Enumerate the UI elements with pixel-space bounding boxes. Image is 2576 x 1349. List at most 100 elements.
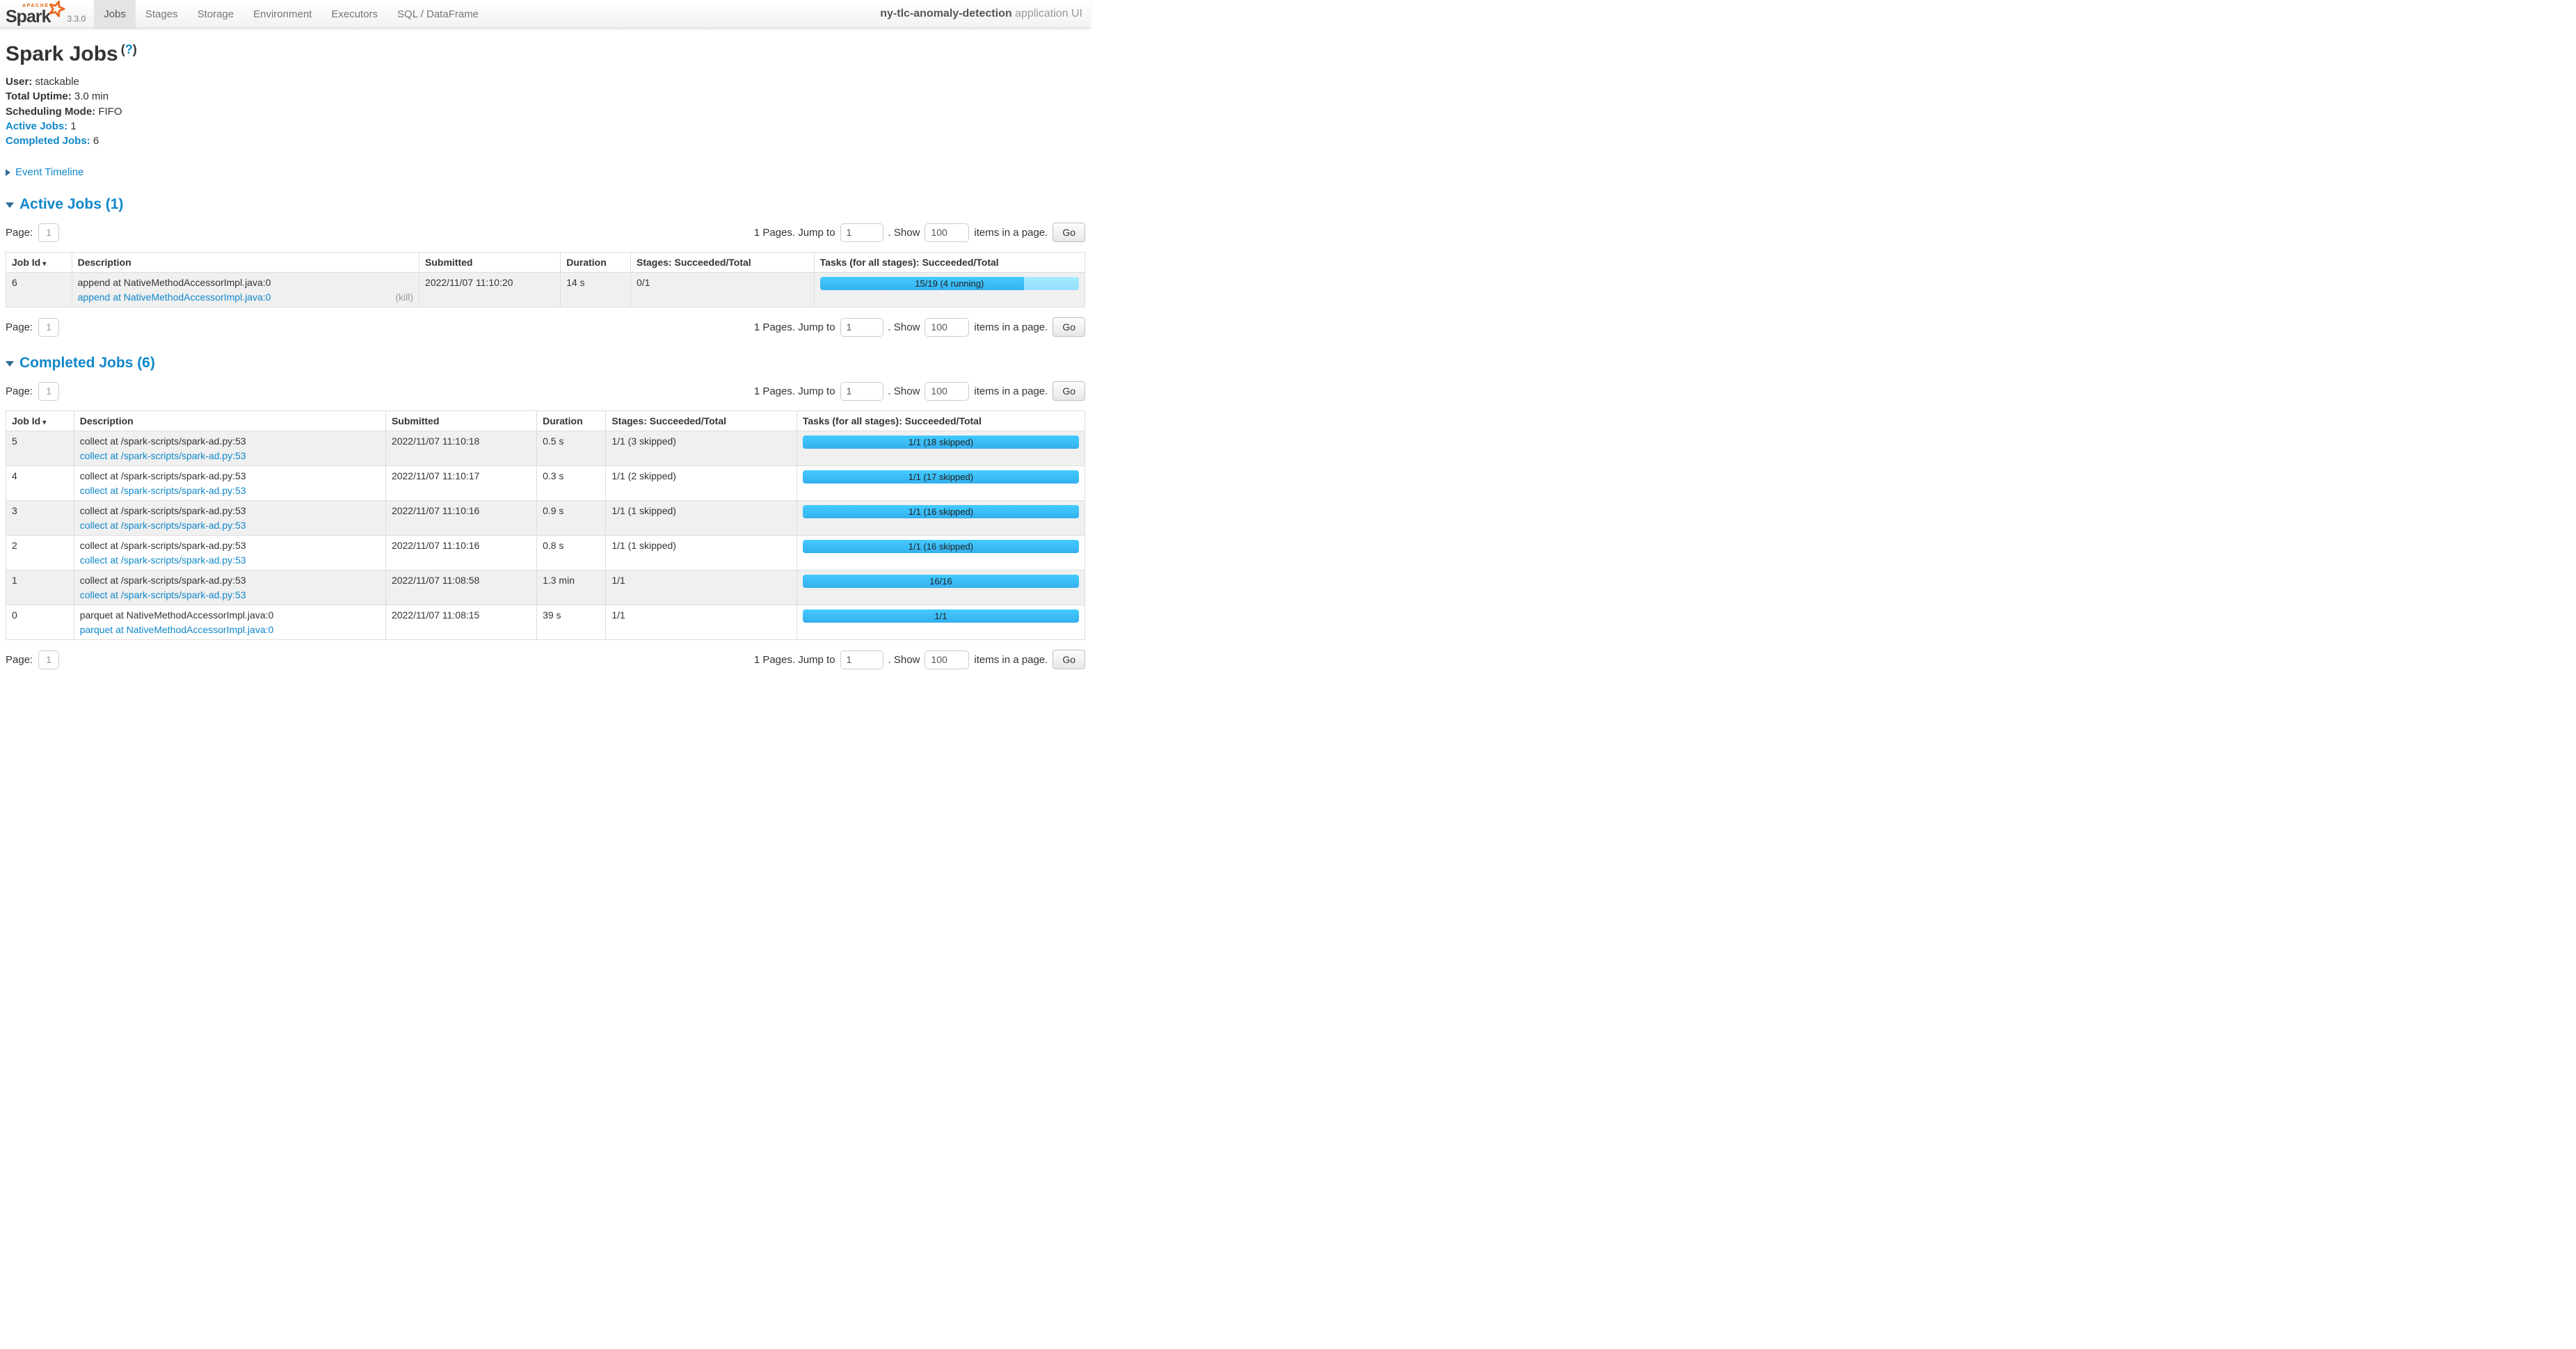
- job-description: collect at /spark-scripts/spark-ad.py:53: [80, 540, 380, 551]
- tab-sql-dataframe[interactable]: SQL / DataFrame: [387, 0, 488, 28]
- job-id-cell: 6: [6, 273, 72, 308]
- jump-to-page-input[interactable]: [840, 223, 883, 242]
- go-button[interactable]: Go: [1053, 650, 1085, 669]
- items-per-page-input[interactable]: [925, 223, 969, 242]
- column-submitted[interactable]: Submitted: [419, 253, 561, 273]
- completed-jobs-heading-text: Completed Jobs (6): [19, 355, 155, 372]
- items-text: items in a page.: [974, 321, 1048, 333]
- help-question-icon[interactable]: ?: [125, 42, 133, 56]
- tasks-progress-bar: 1/1 (16 skipped): [803, 505, 1079, 518]
- table-header-row: Job Id▾ Description Submitted Duration S…: [6, 253, 1085, 273]
- items-per-page-input[interactable]: [925, 318, 969, 337]
- table-row: 1 collect at /spark-scripts/spark-ad.py:…: [6, 570, 1085, 605]
- pages-count-text: 1 Pages. Jump to: [754, 385, 835, 397]
- jump-to-page-input[interactable]: [840, 318, 883, 337]
- kill-link[interactable]: (kill): [395, 292, 413, 303]
- description-cell: collect at /spark-scripts/spark-ad.py:53…: [74, 501, 385, 536]
- job-detail-link[interactable]: collect at /spark-scripts/spark-ad.py:53: [80, 485, 246, 496]
- help-link[interactable]: (?): [121, 42, 137, 56]
- column-job-id[interactable]: Job Id▾: [6, 253, 72, 273]
- table-row: 3 collect at /spark-scripts/spark-ad.py:…: [6, 501, 1085, 536]
- tab-storage[interactable]: Storage: [188, 0, 244, 28]
- column-job-id[interactable]: Job Id▾: [6, 411, 74, 431]
- tab-stages[interactable]: Stages: [136, 0, 188, 28]
- job-detail-link[interactable]: collect at /spark-scripts/spark-ad.py:53: [80, 589, 246, 600]
- duration-cell: 39 s: [537, 605, 606, 640]
- column-tasks[interactable]: Tasks (for all stages): Succeeded/Total: [797, 411, 1085, 431]
- jump-to-page-input[interactable]: [840, 650, 883, 669]
- job-id-cell: 4: [6, 466, 74, 501]
- application-name-suffix: application UI: [1012, 8, 1082, 19]
- page-number-input[interactable]: [38, 650, 59, 669]
- page-number-input[interactable]: [38, 382, 59, 401]
- help-paren-close: ): [133, 42, 137, 56]
- stages-cell: 1/1: [606, 605, 797, 640]
- summary-completed-jobs-link[interactable]: Completed Jobs:: [6, 135, 90, 147]
- summary-active-jobs-value: 1: [70, 120, 76, 132]
- jump-to-page-input[interactable]: [840, 382, 883, 401]
- completed-jobs-heading[interactable]: Completed Jobs (6): [6, 355, 155, 372]
- tab-executors[interactable]: Executors: [321, 0, 387, 28]
- column-duration[interactable]: Duration: [537, 411, 606, 431]
- page-controls: 1 Pages. Jump to . Show items in a page.…: [754, 223, 1085, 242]
- column-submitted[interactable]: Submitted: [385, 411, 536, 431]
- job-description: parquet at NativeMethodAccessorImpl.java…: [80, 609, 380, 621]
- show-text: . Show: [888, 385, 920, 397]
- spark-logo-stack: APACHESpark: [6, 2, 63, 26]
- items-per-page-input[interactable]: [925, 382, 969, 401]
- job-detail-link[interactable]: collect at /spark-scripts/spark-ad.py:53: [80, 450, 246, 461]
- table-row: 6 append at NativeMethodAccessorImpl.jav…: [6, 273, 1085, 308]
- page-label: Page:: [6, 654, 33, 666]
- event-timeline-toggle[interactable]: Event Timeline: [6, 166, 83, 178]
- table-header-row: Job Id▾ Description Submitted Duration S…: [6, 411, 1085, 431]
- page-label: Page:: [6, 227, 33, 239]
- job-description: collect at /spark-scripts/spark-ad.py:53: [80, 505, 380, 516]
- summary-completed-jobs-value: 6: [93, 135, 99, 147]
- tasks-progress-bar: 1/1 (18 skipped): [803, 436, 1079, 449]
- duration-cell: 0.3 s: [537, 466, 606, 501]
- go-button[interactable]: Go: [1053, 381, 1085, 401]
- column-description[interactable]: Description: [74, 411, 385, 431]
- go-button[interactable]: Go: [1053, 317, 1085, 337]
- job-description: collect at /spark-scripts/spark-ad.py:53: [80, 470, 380, 481]
- description-cell: parquet at NativeMethodAccessorImpl.java…: [74, 605, 385, 640]
- page-label: Page:: [6, 385, 33, 397]
- show-text: . Show: [888, 321, 920, 333]
- tasks-progress-bar: 16/16: [803, 575, 1079, 588]
- show-text: . Show: [888, 227, 920, 239]
- spark-wordmark: Spark: [6, 8, 50, 26]
- application-name: ny-tlc-anomaly-detection application UI: [880, 8, 1091, 20]
- job-detail-link[interactable]: append at NativeMethodAccessorImpl.java:…: [78, 292, 271, 303]
- column-tasks[interactable]: Tasks (for all stages): Succeeded/Total: [814, 253, 1085, 273]
- show-text: . Show: [888, 654, 920, 666]
- page-number-input[interactable]: [38, 223, 59, 242]
- progress-label: 1/1 (17 skipped): [803, 470, 1079, 484]
- job-description: collect at /spark-scripts/spark-ad.py:53: [80, 436, 380, 447]
- column-duration[interactable]: Duration: [561, 253, 631, 273]
- page-controls: 1 Pages. Jump to . Show items in a page.…: [754, 381, 1085, 401]
- go-button[interactable]: Go: [1053, 223, 1085, 242]
- job-description: append at NativeMethodAccessorImpl.java:…: [78, 277, 413, 288]
- job-detail-link[interactable]: parquet at NativeMethodAccessorImpl.java…: [80, 624, 274, 635]
- page-indicator: Page:: [6, 318, 59, 337]
- page-number-input[interactable]: [38, 318, 59, 337]
- column-description[interactable]: Description: [72, 253, 419, 273]
- description-cell: collect at /spark-scripts/spark-ad.py:53…: [74, 570, 385, 605]
- tab-environment[interactable]: Environment: [243, 0, 321, 28]
- active-jobs-heading[interactable]: Active Jobs (1): [6, 196, 123, 213]
- items-per-page-input[interactable]: [925, 650, 969, 669]
- summary-scheduling-mode-label: Scheduling Mode:: [6, 106, 95, 118]
- collapse-arrow-open-icon: [6, 361, 14, 367]
- job-detail-link[interactable]: collect at /spark-scripts/spark-ad.py:53: [80, 520, 246, 531]
- summary-active-jobs-link[interactable]: Active Jobs:: [6, 120, 67, 132]
- job-detail-link[interactable]: collect at /spark-scripts/spark-ad.py:53: [80, 554, 246, 566]
- tasks-progress-bar: 15/19 (4 running): [820, 277, 1079, 290]
- spark-logo[interactable]: APACHESpark 3.3.0: [0, 0, 94, 28]
- tab-jobs[interactable]: Jobs: [94, 0, 136, 28]
- column-stages[interactable]: Stages: Succeeded/Total: [606, 411, 797, 431]
- pages-count-text: 1 Pages. Jump to: [754, 227, 835, 239]
- page-title: Spark Jobs(?): [6, 42, 1085, 66]
- tasks-cell: 1/1 (18 skipped): [797, 431, 1085, 466]
- summary-user-value: stackable: [35, 76, 79, 88]
- column-stages[interactable]: Stages: Succeeded/Total: [631, 253, 815, 273]
